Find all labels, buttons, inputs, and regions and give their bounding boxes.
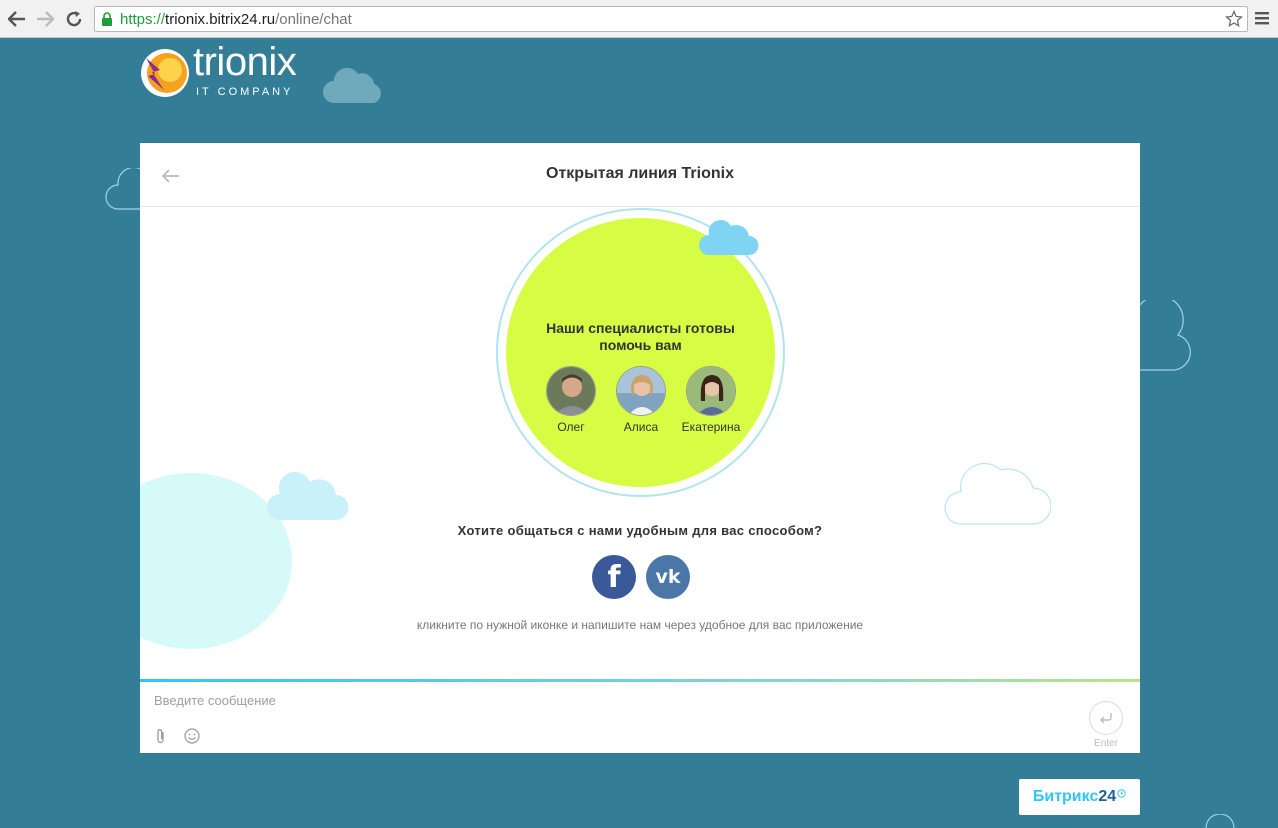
- address-bar[interactable]: https://trionix.bitrix24.ru/online/chat: [94, 6, 1248, 32]
- send-button[interactable]: [1089, 701, 1123, 735]
- trionix-logo-mark-icon: [141, 49, 189, 97]
- chat-title: Открытая линия Trionix: [546, 165, 734, 182]
- cloud-outline-icon: [944, 462, 1051, 525]
- browser-menu-icon[interactable]: [1254, 10, 1270, 31]
- reload-icon[interactable]: [63, 8, 85, 30]
- cloud-outline-icon: [1205, 814, 1235, 828]
- lock-icon: [101, 12, 113, 31]
- operator-name: Алиса: [623, 420, 659, 434]
- message-input-area: Enter: [140, 682, 1140, 753]
- forward-arrow-icon[interactable]: [34, 8, 56, 30]
- operators-list: Олег Алиса Екатерина: [506, 366, 775, 436]
- cloud-icon: [699, 220, 759, 255]
- channels-prompt: Хотите общаться с нами удобным для вас с…: [457, 523, 823, 538]
- avatar: [616, 366, 666, 416]
- welcome-text: Наши специалисты готовы помочь вам: [546, 320, 735, 353]
- bitrix-text: Битрикс: [1032, 788, 1099, 805]
- facebook-icon: f: [607, 559, 621, 595]
- cloud-outline-icon: [1138, 300, 1191, 371]
- cloud-outline-icon: [105, 168, 144, 210]
- bitrix24-badge[interactable]: Битрикс 24: [1019, 779, 1140, 815]
- logo-subtitle: IT COMPANY: [196, 86, 294, 98]
- facebook-button[interactable]: f: [592, 555, 636, 599]
- channels-hint: кликните по нужной иконке и напишите нам…: [416, 618, 864, 632]
- cloud-icon: [267, 471, 349, 520]
- smile-icon[interactable]: [184, 728, 200, 749]
- operator-name: Олег: [557, 420, 585, 434]
- logo-wordmark: trionix: [193, 40, 297, 84]
- welcome-circle: Наши специалисты готовы помочь вам Олег …: [506, 218, 775, 487]
- avatar: [546, 366, 596, 416]
- chat-header: Открытая линия Trionix: [140, 143, 1140, 207]
- back-arrow-icon[interactable]: [6, 8, 28, 30]
- bitrix-number: 24: [1098, 788, 1117, 805]
- bookmark-star-icon[interactable]: [1225, 10, 1243, 33]
- operator-item: Алиса: [606, 366, 676, 434]
- vk-button[interactable]: vk: [646, 555, 690, 599]
- clock-icon: [1117, 788, 1126, 798]
- operator-item: Олег: [536, 366, 606, 434]
- url-text: https://trionix.bitrix24.ru/online/chat: [120, 11, 352, 28]
- attach-icon[interactable]: [154, 728, 168, 749]
- operator-name: Екатерина: [681, 420, 741, 434]
- trionix-logo[interactable]: trionix IT COMPANY: [138, 40, 308, 102]
- enter-label: Enter: [1094, 738, 1118, 749]
- message-input[interactable]: [154, 688, 1074, 712]
- vk-icon: vk: [655, 566, 681, 588]
- enter-arrow-icon: [1100, 713, 1112, 724]
- cloud-icon: [323, 67, 381, 103]
- operator-item: Екатерина: [676, 366, 746, 434]
- chat-window: Открытая линия Trionix Наши специалисты …: [140, 143, 1140, 753]
- avatar: [686, 366, 736, 416]
- browser-toolbar: https://trionix.bitrix24.ru/online/chat: [0, 0, 1278, 38]
